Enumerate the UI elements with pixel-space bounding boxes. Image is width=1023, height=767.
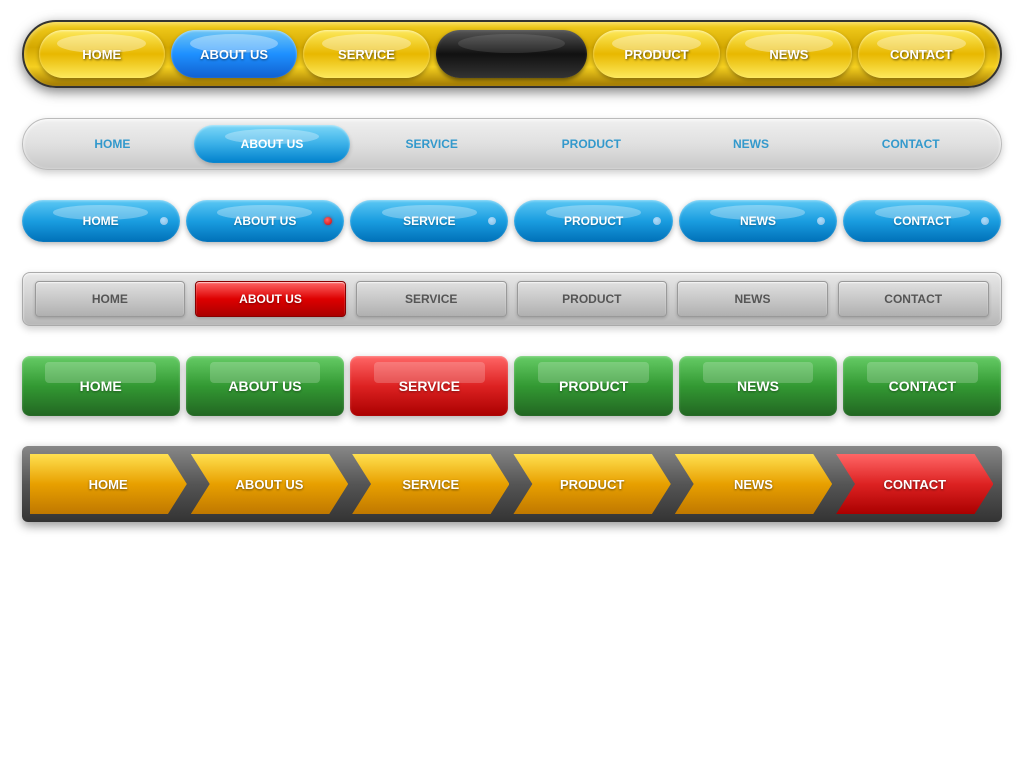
nav4-news[interactable]: NEWS [677, 281, 828, 317]
nav2-service[interactable]: SERVICE [354, 125, 510, 163]
nav6-home[interactable]: HOME [30, 454, 187, 514]
nav5-news[interactable]: NEWS [679, 356, 837, 416]
nav6-about[interactable]: ABOUT US [191, 454, 348, 514]
nav3-product[interactable]: PRODUCT [514, 200, 672, 242]
nav5-home[interactable]: HOME [22, 356, 180, 416]
nav3-contact[interactable]: CONTACT [843, 200, 1001, 242]
nav3-service[interactable]: SERVICE [350, 200, 508, 242]
nav6-contact[interactable]: CONTACT [836, 454, 993, 514]
nav5-product[interactable]: PRODUCT [514, 356, 672, 416]
nav1-service[interactable]: SERVICE [303, 30, 429, 78]
nav2-contact[interactable]: CONTACT [833, 125, 989, 163]
nav5-about[interactable]: ABOUT US [186, 356, 344, 416]
nav4-home[interactable]: HOME [35, 281, 186, 317]
nav3-about-dot [324, 217, 332, 225]
nav1-product[interactable]: PRODUCT [593, 30, 719, 78]
nav6-product[interactable]: PRODUCT [513, 454, 670, 514]
nav3-product-dot [653, 217, 661, 225]
nav4-contact[interactable]: CONTACT [838, 281, 989, 317]
nav3-home[interactable]: HOME [22, 200, 180, 242]
navbar-2: HOME ABOUT US SERVICE PRODUCT NEWS CONTA… [22, 118, 1002, 170]
navbar-1: HOME ABOUT US SERVICE PRODUCT NEWS CONTA… [22, 20, 1002, 88]
nav4-product[interactable]: PRODUCT [517, 281, 668, 317]
nav1-home[interactable]: HOME [39, 30, 165, 78]
nav1-news[interactable]: NEWS [726, 30, 852, 78]
nav3-news[interactable]: NEWS [679, 200, 837, 242]
nav2-about[interactable]: ABOUT US [194, 125, 350, 163]
nav4-service[interactable]: SERVICE [356, 281, 507, 317]
nav1-search[interactable] [436, 30, 588, 78]
navbar-6: HOME ABOUT US SERVICE PRODUCT NEWS CONTA… [22, 446, 1002, 522]
nav1-about[interactable]: ABOUT US [171, 30, 297, 78]
nav1-contact[interactable]: CONTACT [858, 30, 984, 78]
nav3-service-dot [488, 217, 496, 225]
nav4-about[interactable]: ABOUT US [195, 281, 346, 317]
nav5-service[interactable]: SERVICE [350, 356, 508, 416]
nav2-home[interactable]: HOME [35, 125, 191, 163]
nav3-home-dot [160, 217, 168, 225]
nav6-service[interactable]: SERVICE [352, 454, 509, 514]
nav3-contact-dot [981, 217, 989, 225]
nav6-news[interactable]: NEWS [675, 454, 832, 514]
nav3-news-dot [817, 217, 825, 225]
navbar-4: HOME ABOUT US SERVICE PRODUCT NEWS CONTA… [22, 272, 1002, 326]
nav5-contact[interactable]: CONTACT [843, 356, 1001, 416]
nav2-product[interactable]: PRODUCT [514, 125, 670, 163]
navbar-3: HOME ABOUT US SERVICE PRODUCT NEWS CONTA… [22, 200, 1002, 242]
navbar-5: HOME ABOUT US SERVICE PRODUCT NEWS CONTA… [22, 356, 1002, 416]
nav2-news[interactable]: NEWS [673, 125, 829, 163]
nav3-about[interactable]: ABOUT US [186, 200, 344, 242]
